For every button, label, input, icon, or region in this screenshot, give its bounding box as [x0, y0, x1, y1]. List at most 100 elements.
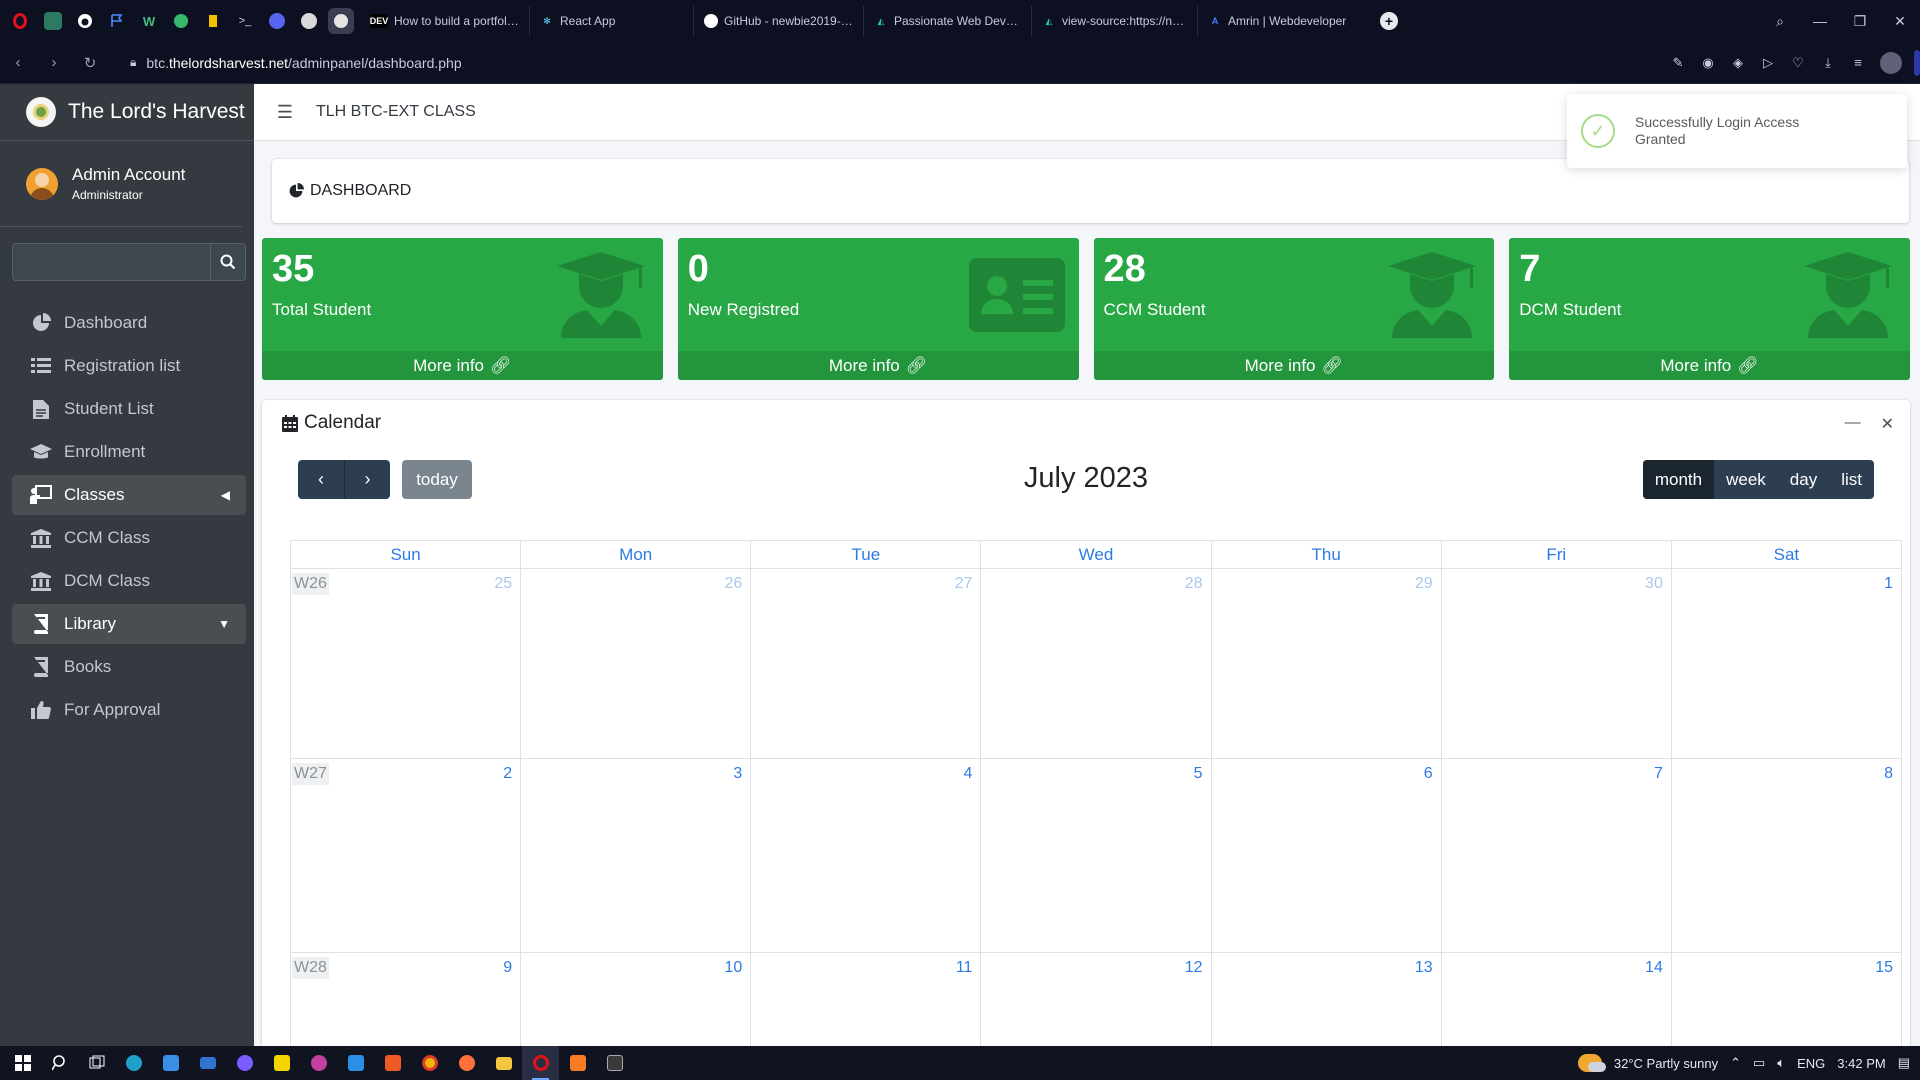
task-view-icon[interactable]	[78, 1046, 115, 1080]
week-number[interactable]: W28	[292, 957, 329, 979]
day-cell[interactable]: 13	[1212, 953, 1442, 1060]
weekday-label[interactable]: Fri	[1441, 541, 1672, 569]
day-number[interactable]: 7	[1654, 765, 1663, 783]
play-icon[interactable]: ▷	[1760, 55, 1776, 71]
sidebar-item-dashboard[interactable]: Dashboard	[12, 303, 246, 343]
prev-month-button[interactable]: ‹	[298, 460, 344, 499]
download-icon[interactable]: ⤓	[1820, 55, 1836, 71]
day-cell[interactable]: 12	[981, 953, 1212, 1060]
flag-pinned-icon[interactable]	[104, 8, 130, 34]
day-cell[interactable]: 28	[981, 569, 1212, 758]
terminal-icon[interactable]	[596, 1046, 633, 1080]
sidebar-item-library[interactable]: Library ▼	[12, 604, 246, 644]
brand-link[interactable]: The Lord's Harvest	[0, 84, 254, 141]
shield-icon[interactable]: ◈	[1730, 55, 1746, 71]
day-number[interactable]: 12	[1185, 959, 1203, 977]
sidebar-item-classes[interactable]: Classes ◀	[12, 475, 246, 515]
green-pinned-icon[interactable]	[168, 8, 194, 34]
windows-start-icon[interactable]	[4, 1046, 41, 1080]
hamburger-menu-icon[interactable]: ☰	[254, 102, 316, 123]
tab-amrin[interactable]: A Amrin | Webdeveloper	[1198, 6, 1366, 36]
active-site-pinned-icon[interactable]	[328, 8, 354, 34]
sidebar-item-student-list[interactable]: Student List	[12, 389, 246, 429]
profile-avatar[interactable]	[1880, 52, 1902, 74]
day-cell[interactable]: 14	[1442, 953, 1672, 1060]
menu-icon[interactable]: ≡	[1850, 55, 1866, 71]
chevron-up-icon[interactable]: ⌃	[1730, 1055, 1741, 1071]
day-cell[interactable]: 3	[521, 759, 752, 952]
day-cell[interactable]: 10	[521, 953, 752, 1060]
camera-icon[interactable]: ◉	[1700, 55, 1716, 71]
language-indicator[interactable]: ENG	[1797, 1056, 1825, 1071]
day-number[interactable]: 27	[955, 575, 973, 593]
yellow-pinned-icon[interactable]	[200, 8, 226, 34]
opera-taskbar-icon[interactable]	[522, 1046, 559, 1080]
new-tab-button[interactable]: +	[1380, 12, 1398, 30]
tab-react-app[interactable]: ✻ React App	[530, 6, 694, 36]
view-month-button[interactable]: month	[1642, 460, 1715, 499]
clock[interactable]: 3:42 PM	[1837, 1056, 1885, 1071]
user-name[interactable]: Admin Account	[72, 165, 185, 185]
day-cell[interactable]: W27 2	[291, 759, 522, 952]
sidebar-item-ccm-class[interactable]: CCM Class	[12, 518, 246, 558]
day-cell[interactable]: 8	[1672, 759, 1902, 952]
discord-pinned-icon[interactable]	[264, 8, 290, 34]
day-cell[interactable]: 6	[1212, 759, 1442, 952]
network-icon[interactable]: ▭	[1753, 1055, 1765, 1071]
day-cell[interactable]: 1	[1672, 569, 1902, 758]
close-window-icon[interactable]: ✕	[1880, 13, 1920, 30]
day-number[interactable]: 29	[1415, 575, 1433, 593]
sidebar-item-registration-list[interactable]: Registration list	[12, 346, 246, 386]
tab-github[interactable]: GitHub - newbie2019-hub	[694, 6, 864, 36]
day-cell[interactable]: 27	[751, 569, 982, 758]
weekday-label[interactable]: Wed	[981, 541, 1212, 569]
week-number[interactable]: W26	[292, 573, 329, 595]
app-icon[interactable]	[300, 1046, 337, 1080]
browser-search-icon[interactable]: ⌕	[1760, 13, 1800, 30]
more-info-link[interactable]: More info 🔗︎	[1093, 351, 1495, 380]
minimize-icon[interactable]: —	[1800, 13, 1840, 29]
terminal-pinned-icon[interactable]: >_	[232, 8, 258, 34]
day-number[interactable]: 15	[1875, 959, 1893, 977]
day-number[interactable]: 14	[1645, 959, 1663, 977]
sidebar-item-for-approval[interactable]: For Approval	[12, 690, 246, 730]
day-cell[interactable]: 15	[1672, 953, 1902, 1060]
tab-passionate-web-developer[interactable]: ◭ Passionate Web Develope	[864, 6, 1032, 36]
day-cell[interactable]: 29	[1212, 569, 1442, 758]
sticky-notes-icon[interactable]	[263, 1046, 300, 1080]
week-number[interactable]: W27	[292, 763, 329, 785]
speaker-muted-icon[interactable]: 🔈︎	[1777, 1055, 1785, 1071]
day-cell[interactable]: 11	[751, 953, 982, 1060]
chrome-pinned-icon[interactable]	[296, 8, 322, 34]
day-number[interactable]: 10	[724, 959, 742, 977]
sidebar-search-input[interactable]	[12, 243, 210, 281]
store-icon[interactable]	[152, 1046, 189, 1080]
weekday-label[interactable]: Sun	[291, 541, 522, 569]
chrome-icon[interactable]	[411, 1046, 448, 1080]
day-number[interactable]: 2	[503, 765, 512, 783]
day-cell[interactable]: 4	[751, 759, 982, 952]
heart-icon[interactable]: ♡	[1790, 55, 1806, 71]
day-cell[interactable]: 5	[981, 759, 1212, 952]
login-success-toast[interactable]: ✓ Successfully Login Access Granted	[1567, 94, 1907, 168]
day-number[interactable]: 25	[494, 575, 512, 593]
day-number[interactable]: 26	[724, 575, 742, 593]
day-number[interactable]: 3	[733, 765, 742, 783]
more-info-link[interactable]: More info 🔗︎	[262, 351, 663, 380]
reload-icon[interactable]: ↻	[72, 54, 108, 72]
weekday-label[interactable]: Sat	[1671, 541, 1902, 569]
restore-icon[interactable]: ❐	[1840, 13, 1880, 30]
day-number[interactable]: 5	[1194, 765, 1203, 783]
sidebar-item-enrollment[interactable]: Enrollment	[12, 432, 246, 472]
taskbar-search-icon[interactable]	[41, 1046, 78, 1080]
day-number[interactable]: 28	[1185, 575, 1203, 593]
opera-logo-icon[interactable]	[0, 0, 40, 42]
weather-text[interactable]: 32°C Partly sunny	[1614, 1056, 1718, 1071]
day-cell[interactable]: W28 9	[291, 953, 522, 1060]
view-week-button[interactable]: week	[1714, 460, 1778, 499]
day-number[interactable]: 4	[964, 765, 973, 783]
xampp-icon[interactable]	[559, 1046, 596, 1080]
view-day-button[interactable]: day	[1778, 460, 1829, 499]
url-field[interactable]: btc.thelordsharvest.net/adminpanel/dashb…	[146, 55, 461, 71]
day-number[interactable]: 11	[956, 959, 973, 977]
